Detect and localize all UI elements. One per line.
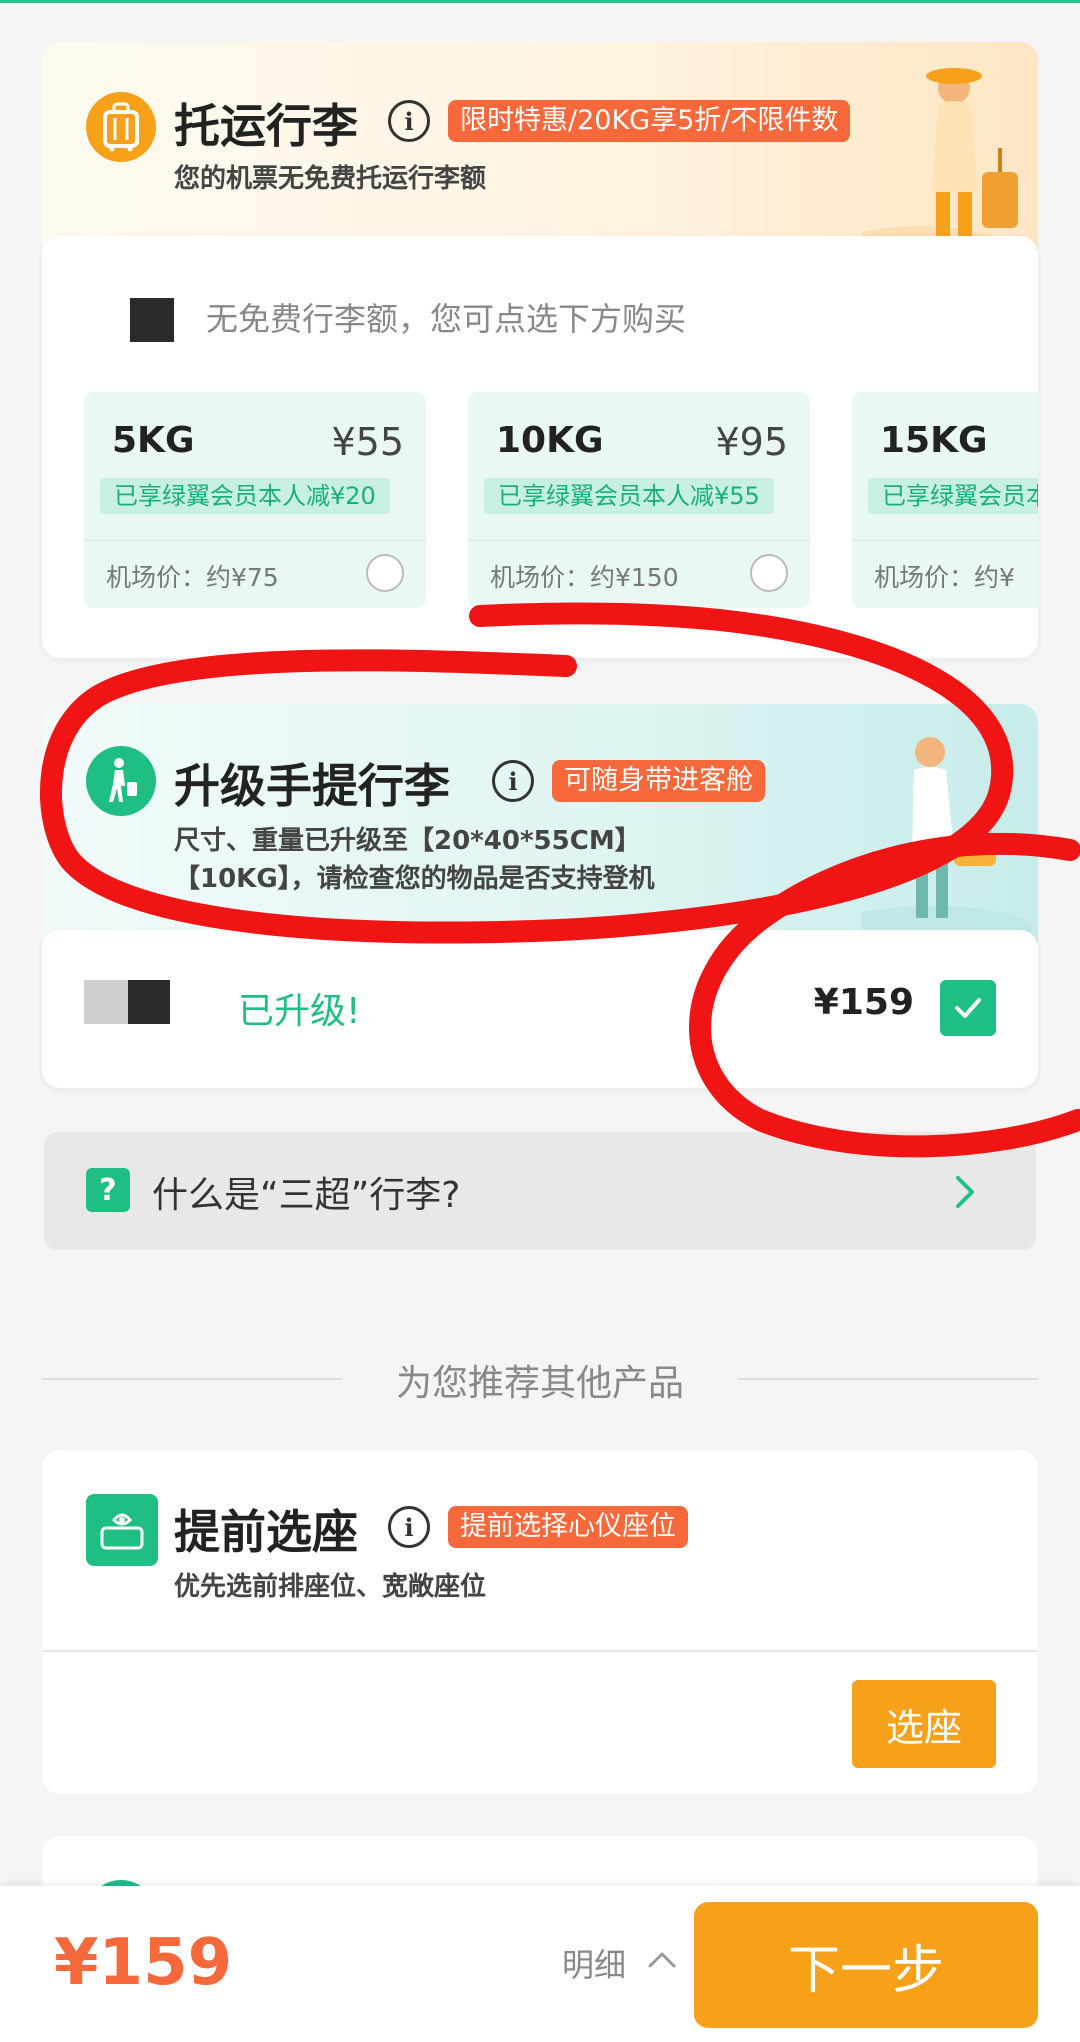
carry-on-promo-badge: 可随身带进客舱: [552, 760, 765, 802]
baggage-option-5kg[interactable]: 5KG ¥55 已享绿翼会员本人减¥20 机场价：约¥75: [84, 392, 426, 608]
redacted-avatar-left: [84, 980, 128, 1024]
total-price: ¥159: [54, 1926, 233, 2000]
carry-on-traveler-illustration: [862, 737, 1032, 942]
info-icon[interactable]: i: [388, 100, 430, 142]
faq-label: 什么是“三超”行李?: [152, 1175, 461, 1216]
divider-line-right: [738, 1378, 1038, 1380]
seat-promo-badge: 提前选择心仪座位: [448, 1506, 688, 1548]
checked-baggage-options-card: 无免费行李额，您可点选下方购买 5KG ¥55 已享绿翼会员本人减¥20 机场价…: [42, 236, 1038, 658]
member-discount-badge: 已享绿翼会员本人减¥55: [484, 478, 774, 514]
airport-price: 机场价：约¥75: [106, 563, 279, 592]
chevron-right-icon: [956, 1176, 974, 1208]
suitcase-icon: [86, 92, 156, 162]
recommend-divider: 为您推荐其他产品: [42, 1354, 1038, 1404]
upgrade-status: 已升级!: [238, 991, 361, 1032]
carry-on-title: 升级手提行李: [174, 759, 450, 813]
member-discount-badge: 已享绿翼会员本人减¥20: [100, 478, 390, 514]
airport-price: 机场价：约¥: [874, 563, 1015, 592]
price-detail-toggle[interactable]: 明细: [562, 1940, 626, 1986]
checked-baggage-title: 托运行李: [174, 99, 358, 153]
baggage-option-list[interactable]: 5KG ¥55 已享绿翼会员本人减¥20 机场价：约¥75 10KG ¥95 已…: [84, 392, 1038, 608]
bottom-checkout-bar: ¥159 明细 下一步: [0, 1886, 1080, 2042]
redacted-avatar-right: [128, 980, 170, 1024]
checkmark-icon: [955, 998, 981, 1018]
option-weight: 10KG: [496, 420, 604, 461]
seat-subtitle: 优先选前排座位、宽敞座位: [174, 1572, 487, 1602]
option-divider: [468, 540, 810, 541]
option-divider: [852, 540, 1038, 541]
chevron-up-icon[interactable]: [646, 1944, 678, 1976]
seat-selection-card: 提前选座 i 提前选择心仪座位 优先选前排座位、宽敞座位 选座: [42, 1450, 1038, 1794]
baggage-option-10kg[interactable]: 10KG ¥95 已享绿翼会员本人减¥55 机场价：约¥150: [468, 392, 810, 608]
info-icon[interactable]: i: [388, 1506, 430, 1548]
option-radio[interactable]: [750, 554, 788, 592]
option-radio[interactable]: [366, 554, 404, 592]
seat-card-divider: [42, 1650, 1038, 1652]
checked-baggage-promo-badge: 限时特惠/20KG享5折/不限件数: [448, 100, 851, 142]
carry-on-subtitle-line1: 尺寸、重量已升级至【20*40*55CM】: [174, 826, 641, 856]
carry-on-checkbox[interactable]: [940, 980, 996, 1036]
checked-baggage-subtitle: 您的机票无免费托运行李额: [174, 164, 487, 194]
baggage-option-15kg[interactable]: 15KG 已享绿翼会员本人 机场价：约¥: [852, 392, 1038, 608]
three-super-baggage-faq[interactable]: ? 什么是“三超”行李?: [44, 1132, 1036, 1250]
option-price: ¥55: [331, 420, 404, 464]
carry-on-upgrade-row[interactable]: 已升级! ¥159: [42, 930, 1038, 1088]
carry-on-price: ¥159: [813, 982, 914, 1023]
no-free-baggage-notice: 无免费行李额，您可点选下方购买: [206, 300, 687, 338]
seat-title: 提前选座: [174, 1505, 358, 1559]
walking-traveler-icon: [86, 746, 156, 816]
next-step-button[interactable]: 下一步: [694, 1902, 1038, 2028]
recommend-label: 为您推荐其他产品: [395, 1363, 684, 1404]
info-icon[interactable]: i: [492, 760, 534, 802]
top-accent-line: [0, 0, 1080, 3]
question-icon: ?: [86, 1168, 130, 1212]
checked-baggage-header: 托运行李 i 限时特惠/20KG享5折/不限件数 您的机票无免费托运行李额: [42, 42, 1038, 262]
airport-price: 机场价：约¥150: [490, 563, 679, 592]
redacted-avatar: [130, 298, 174, 342]
option-divider: [84, 540, 426, 541]
carry-on-subtitle-line2: 【10KG】，请检查您的物品是否支持登机: [174, 864, 655, 894]
seat-icon: [86, 1494, 158, 1566]
option-weight: 5KG: [112, 420, 195, 461]
member-discount-badge: 已享绿翼会员本人: [868, 478, 1038, 514]
select-seat-button[interactable]: 选座: [852, 1680, 996, 1768]
option-price: ¥95: [715, 420, 788, 464]
carry-on-upgrade-header: 升级手提行李 i 可随身带进客舱 尺寸、重量已升级至【20*40*55CM】 【…: [42, 704, 1038, 944]
traveler-illustration: [862, 68, 1018, 262]
option-weight: 15KG: [880, 420, 988, 461]
